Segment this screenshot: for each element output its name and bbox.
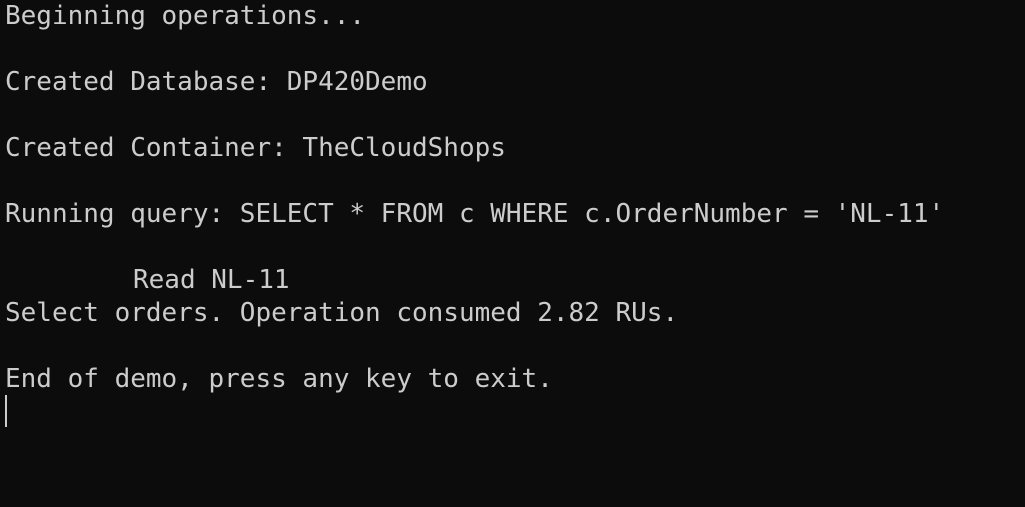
output-line-running-query: Running query: SELECT * FROM c WHERE c.O…	[5, 199, 945, 229]
output-line-select-orders: Select orders. Operation consumed 2.82 R…	[5, 298, 679, 328]
text-cursor	[5, 395, 7, 427]
output-line-created-database: Created Database: DP420Demo	[5, 67, 428, 97]
output-line-end-of-demo: End of demo, press any key to exit.	[5, 364, 553, 394]
output-line-created-container: Created Container: TheCloudShops	[5, 133, 506, 163]
terminal-window[interactable]: Beginning operations... Created Database…	[0, 0, 1025, 507]
output-line-read-result: Read NL-11	[133, 265, 290, 295]
output-line-beginning: Beginning operations...	[5, 1, 366, 31]
